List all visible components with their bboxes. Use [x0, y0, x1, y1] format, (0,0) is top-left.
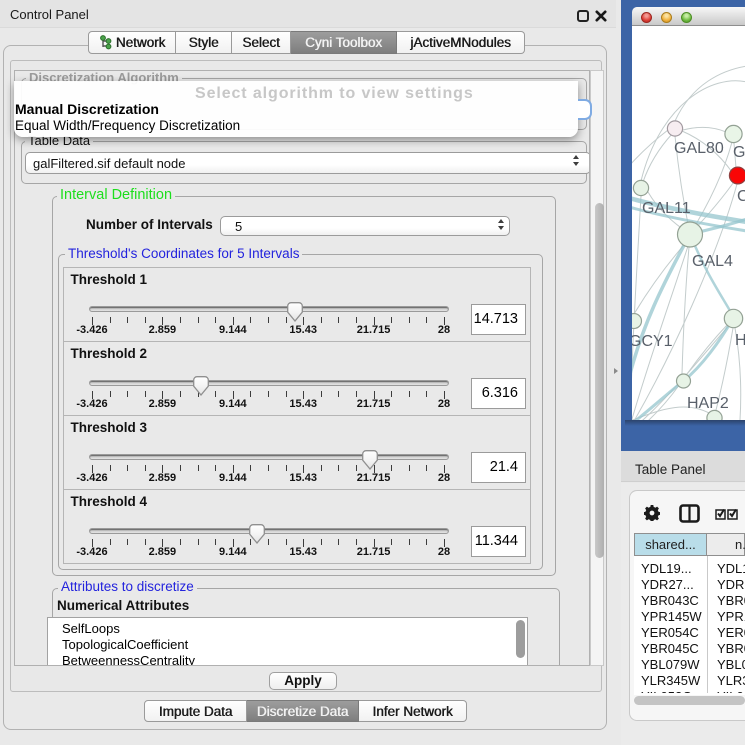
- svg-text:GCY1: GCY1: [632, 333, 673, 350]
- svg-text:GAL80: GAL80: [674, 140, 724, 157]
- svg-text:GA: GA: [733, 144, 745, 161]
- svg-text:HAP2: HAP2: [687, 395, 729, 412]
- svg-text:HA: HA: [735, 332, 745, 349]
- svg-text:GAL4: GAL4: [692, 253, 733, 270]
- svg-text:CY: CY: [737, 188, 745, 205]
- svg-text:GAL11: GAL11: [642, 200, 691, 217]
